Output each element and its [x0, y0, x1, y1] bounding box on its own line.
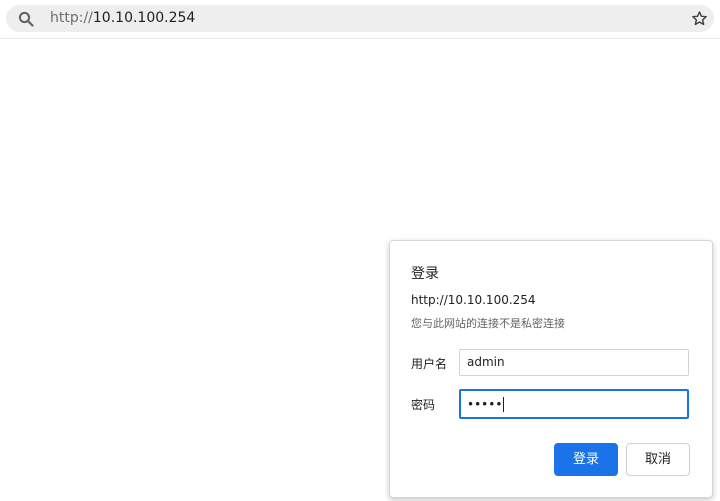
url-host: 10.10.100.254: [92, 10, 196, 26]
dialog-title: 登录: [411, 266, 439, 282]
cancel-button[interactable]: 取消: [626, 443, 690, 476]
username-field[interactable]: admin: [459, 349, 689, 376]
bookmark-star-icon[interactable]: [691, 10, 708, 27]
username-label: 用户名: [411, 357, 448, 371]
login-button[interactable]: 登录: [554, 443, 618, 476]
url-text[interactable]: http://10.10.100.254: [50, 9, 195, 28]
password-masked-value: •••••: [467, 397, 503, 412]
url-scheme: http://: [50, 10, 93, 26]
search-icon: [18, 11, 34, 27]
dialog-site-url: http://10.10.100.254: [411, 293, 536, 307]
http-auth-dialog: 登录 http://10.10.100.254 您与此网站的连接不是私密连接 用…: [389, 240, 713, 498]
text-caret: [503, 397, 505, 412]
browser-window: http://10.10.100.254 登录 http://10.10.100…: [0, 0, 720, 501]
dialog-connection-warning: 您与此网站的连接不是私密连接: [411, 317, 565, 330]
address-bar[interactable]: http://10.10.100.254: [6, 5, 714, 32]
password-label: 密码: [411, 398, 436, 412]
username-value: admin: [467, 355, 505, 369]
browser-toolbar: http://10.10.100.254: [0, 0, 720, 39]
password-field[interactable]: •••••: [459, 389, 689, 419]
